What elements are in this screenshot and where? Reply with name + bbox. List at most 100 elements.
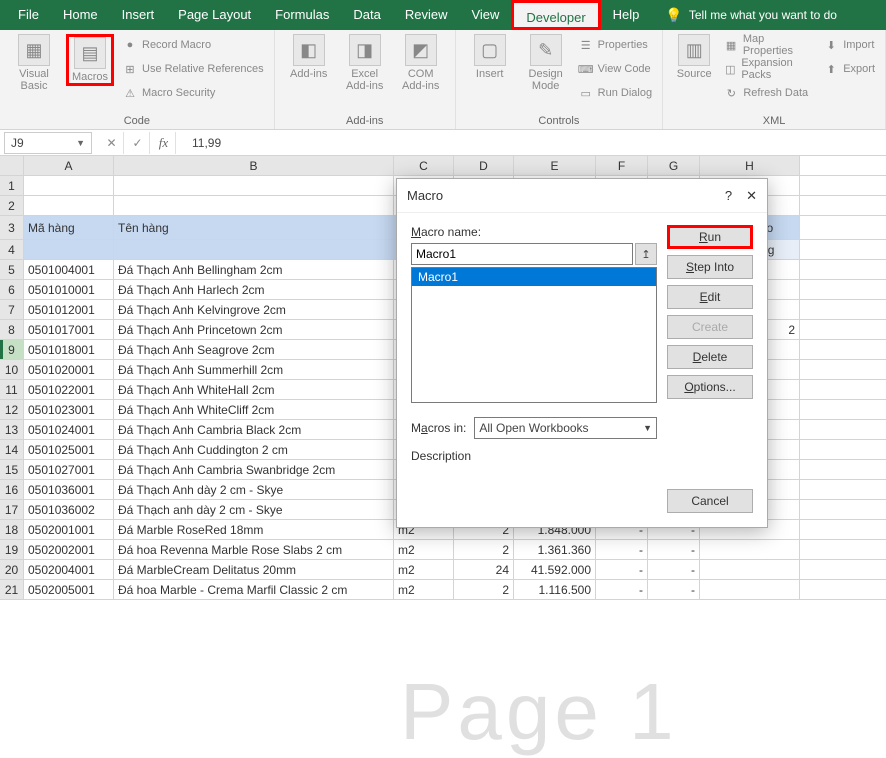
cell[interactable]: 2 [454,580,514,599]
addins-button[interactable]: ◧Add-ins [285,34,333,80]
cell[interactable]: 0501023001 [24,400,114,419]
row-header[interactable]: 1 [0,176,24,195]
cell[interactable]: - [596,540,648,559]
enter-formula-button[interactable]: ✓ [126,132,150,154]
col-header-g[interactable]: G [648,156,700,175]
macro-name-input[interactable] [411,243,633,265]
record-macro-button[interactable]: ●Record Macro [122,34,264,56]
cell[interactable]: - [596,560,648,579]
row-header[interactable]: 9 [0,340,24,359]
row-header[interactable]: 16 [0,480,24,499]
cell[interactable]: 2 [454,540,514,559]
cell[interactable]: 1.116.500 [514,580,596,599]
row-header[interactable]: 14 [0,440,24,459]
visual-basic-button[interactable]: ▦ Visual Basic [10,34,58,92]
cell[interactable]: 0501036001 [24,480,114,499]
cell[interactable]: Đá Thạch Anh Seagrove 2cm [114,340,394,359]
macros-in-select[interactable]: All Open Workbooks ▼ [474,417,657,439]
source-button[interactable]: ▥Source [673,34,715,80]
col-header-b[interactable]: B [114,156,394,175]
cell[interactable]: Đá Thạch Anh Princetown 2cm [114,320,394,339]
cell[interactable]: 0502002001 [24,540,114,559]
cell[interactable]: Đá Marble RoseRed 18mm [114,520,394,539]
cancel-button[interactable]: Cancel [667,489,753,513]
cell[interactable]: Đá Thạch Anh Cuddington 2 cm [114,440,394,459]
list-item[interactable]: Macro1 [412,268,656,286]
col-header-e[interactable]: E [514,156,596,175]
row-header[interactable]: 6 [0,280,24,299]
cell[interactable]: 0501018001 [24,340,114,359]
delete-button[interactable]: Delete [667,345,753,369]
col-header-f[interactable]: F [596,156,648,175]
map-properties-button[interactable]: ▦Map Properties [723,34,815,56]
cell[interactable]: 0501012001 [24,300,114,319]
macro-security-button[interactable]: ⚠Macro Security [122,82,264,104]
cell[interactable]: Đá hoa Marble - Crema Marfil Classic 2 c… [114,580,394,599]
design-mode-button[interactable]: ✎Design Mode [522,34,570,92]
cell[interactable]: - [648,560,700,579]
row-header[interactable]: 7 [0,300,24,319]
cell[interactable]: m2 [394,560,454,579]
close-icon[interactable]: ✕ [746,188,757,204]
col-header-c[interactable]: C [394,156,454,175]
name-box[interactable]: J9 ▼ [4,132,92,154]
tab-review[interactable]: Review [393,0,460,30]
tab-home[interactable]: Home [51,0,110,30]
cell[interactable]: Đá Thạch Anh Cambria Black 2cm [114,420,394,439]
cancel-formula-button[interactable]: ✕ [100,132,124,154]
cell[interactable]: 0501020001 [24,360,114,379]
row-header[interactable]: 18 [0,520,24,539]
macros-button[interactable]: ▤ Macros [66,34,114,86]
row-header[interactable]: 3 [0,216,24,239]
tab-formulas[interactable]: Formulas [263,0,341,30]
tab-developer[interactable]: Developer [511,0,600,30]
cell[interactable]: m2 [394,540,454,559]
cell[interactable]: Đá Thạch anh dày 2 cm - Skye [114,500,394,519]
view-code-button[interactable]: ⌨View Code [578,58,652,80]
create-button[interactable]: Create [667,315,753,339]
run-button[interactable]: Run [667,225,753,249]
step-into-button[interactable]: Step Into [667,255,753,279]
cell[interactable]: Đá Thạch Anh WhiteCliff 2cm [114,400,394,419]
cell[interactable]: Đá Thạch Anh dày 2 cm - Skye [114,480,394,499]
cell[interactable]: Đá Thạch Anh Cambria Swanbridge 2cm [114,460,394,479]
cell[interactable]: 0501010001 [24,280,114,299]
insert-button[interactable]: ▢Insert [466,34,514,80]
excel-addins-button[interactable]: ◨Excel Add-ins [341,34,389,92]
com-addins-button[interactable]: ◩COM Add-ins [397,34,445,92]
col-header-a[interactable]: A [24,156,114,175]
cell[interactable]: 0501004001 [24,260,114,279]
row-header[interactable]: 20 [0,560,24,579]
cell[interactable]: 41.592.000 [514,560,596,579]
cell[interactable]: 0501024001 [24,420,114,439]
cell[interactable]: 24 [454,560,514,579]
cell[interactable]: Đá Thạch Anh Kelvingrove 2cm [114,300,394,319]
row-header[interactable]: 13 [0,420,24,439]
tab-page-layout[interactable]: Page Layout [166,0,263,30]
options-button[interactable]: Options... [667,375,753,399]
cell[interactable]: Đá Thạch Anh Harlech 2cm [114,280,394,299]
cell[interactable]: 0501017001 [24,320,114,339]
cell[interactable]: 0502001001 [24,520,114,539]
tab-view[interactable]: View [459,0,511,30]
use-relative-button[interactable]: ⊞Use Relative References [122,58,264,80]
tab-file[interactable]: File [6,0,51,30]
run-dialog-button[interactable]: ▭Run Dialog [578,82,652,104]
cell[interactable] [700,540,800,559]
row-header[interactable]: 12 [0,400,24,419]
row-header[interactable]: 15 [0,460,24,479]
cell[interactable]: 0502004001 [24,560,114,579]
tell-me-search[interactable]: 💡 Tell me what you want to do [651,7,837,24]
fx-button[interactable]: fx [152,132,176,154]
cell[interactable]: m2 [394,580,454,599]
row-header[interactable]: 10 [0,360,24,379]
cell[interactable]: 0501036002 [24,500,114,519]
select-all-corner[interactable] [0,156,24,175]
tab-help[interactable]: Help [601,0,652,30]
export-button[interactable]: ⬆Export [823,58,875,80]
row-header[interactable]: 19 [0,540,24,559]
cell[interactable]: 0501025001 [24,440,114,459]
reference-button[interactable]: ↥ [635,243,657,265]
refresh-data-button[interactable]: ↻Refresh Data [723,82,815,104]
cell[interactable]: Đá hoa Revenna Marble Rose Slabs 2 cm [114,540,394,559]
